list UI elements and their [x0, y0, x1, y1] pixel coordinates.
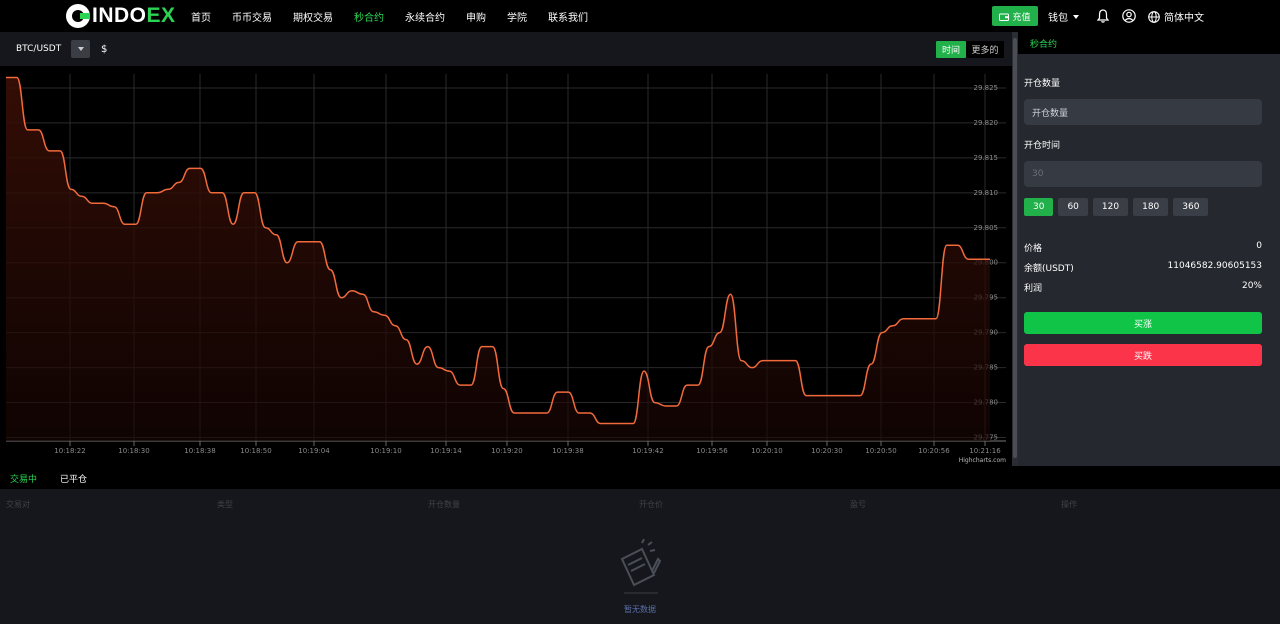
orders-table: 交易对 类型 开仓数量 开仓价 盈亏 操作 暂无数据 [0, 489, 1280, 624]
nav-item[interactable]: 期权交易 [293, 9, 333, 24]
time-option-360[interactable]: 360 [1173, 198, 1209, 216]
nav-item[interactable]: 币币交易 [232, 9, 272, 24]
chevron-down-icon [77, 47, 84, 51]
wallet-dropdown[interactable]: 钱包 [1048, 9, 1079, 24]
balance-value: 11046582.90605153 [1167, 261, 1262, 271]
user-icon[interactable] [1122, 9, 1136, 23]
globe-icon [1148, 10, 1160, 23]
main-nav: 首页 币币交易 期权交易 秒合约 永续合约 申购 学院 联系我们 [191, 0, 609, 32]
orders-tabs: 交易中 已平仓 [0, 466, 1280, 489]
column-header: 类型 [217, 500, 233, 509]
y-tick-label: 29.810 [974, 189, 999, 197]
empty-state [0, 538, 1280, 605]
x-tick-label: 10:20:56 [918, 447, 950, 455]
nav-item[interactable]: 首页 [191, 9, 211, 24]
time-input[interactable]: 30 [1024, 161, 1262, 187]
time-option-180[interactable]: 180 [1133, 198, 1169, 216]
x-tick-label: 10:19:38 [552, 447, 583, 455]
top-navbar: INDOEX 首页 币币交易 期权交易 秒合约 永续合约 申购 学院 联系我们 充值 钱包 简… [0, 0, 1280, 32]
y-tick-label: 29.805 [974, 224, 999, 232]
deposit-label: 充值 [1012, 12, 1031, 23]
bell-icon[interactable] [1097, 9, 1109, 23]
x-tick-label: 10:21:16 [969, 447, 1001, 455]
x-tick-label: 10:20:50 [865, 447, 896, 455]
x-tick-label: 10:18:38 [184, 447, 215, 455]
buy-up-button[interactable]: 买涨 [1024, 312, 1262, 334]
chart-credit[interactable]: Highcharts.com [959, 457, 1006, 464]
qty-placeholder: 开仓数量 [1032, 108, 1069, 119]
language-label: 简体中文 [1164, 13, 1204, 24]
profit-value: 20% [1241, 281, 1262, 291]
y-tick-label: 29.820 [974, 119, 999, 127]
chevron-down-icon [1073, 14, 1079, 19]
time-option-60[interactable]: 60 [1058, 198, 1088, 216]
x-tick-label: 10:19:20 [491, 447, 522, 455]
x-tick-label: 10:18:30 [118, 447, 149, 455]
price-chart: 29.82529.82029.81529.81029.80529.80029.7… [0, 66, 1012, 466]
time-option-30[interactable]: 30 [1024, 198, 1054, 216]
x-tick-label: 10:19:56 [696, 447, 728, 455]
logo-icon [66, 4, 90, 28]
tab-more[interactable]: 更多的 [966, 41, 1004, 58]
time-label: 开仓时间 [1024, 141, 1061, 151]
tab-open-orders[interactable]: 交易中 [10, 472, 37, 485]
brand-logo[interactable]: INDOEX [66, 4, 176, 28]
nav-item[interactable]: 秒合约 [354, 9, 384, 24]
column-header: 交易对 [6, 500, 30, 509]
y-tick-label: 29.815 [974, 154, 999, 162]
column-header: 盈亏 [850, 500, 866, 509]
time-option-120[interactable]: 120 [1092, 198, 1129, 216]
x-tick-label: 10:18:22 [54, 447, 85, 455]
tab-time[interactable]: 时间 [936, 41, 966, 58]
x-tick-label: 10:20:30 [811, 447, 842, 455]
column-header: 开仓价 [639, 500, 663, 509]
nav-item[interactable]: 联系我们 [548, 9, 588, 24]
profit-label: 利润 [1024, 284, 1043, 294]
tab-closed-orders[interactable]: 已平仓 [60, 472, 87, 485]
qty-label: 开仓数量 [1024, 79, 1061, 89]
profit-row: 利润 20% [1024, 281, 1262, 294]
seconds-contract-panel: 秒合约 开仓数量 开仓数量 开仓时间 30 30 60 120 180 360 价格 0 … [1018, 32, 1280, 466]
wallet-icon [999, 13, 1010, 21]
x-tick-label: 10:19:42 [632, 447, 663, 455]
empty-data-icon [620, 538, 662, 594]
logo-text: INDOEX [92, 4, 176, 27]
language-selector[interactable]: 简体中文 [1148, 9, 1204, 24]
empty-text: 暂无数据 [624, 605, 656, 614]
nav-item[interactable]: 永续合约 [405, 9, 445, 24]
column-header: 开仓数量 [428, 500, 460, 509]
balance-label: 余额(USDT) [1024, 264, 1074, 274]
price-label: 价格 [1024, 244, 1043, 254]
panel-title[interactable]: 秒合约 [1018, 32, 1280, 54]
x-tick-label: 10:20:10 [751, 447, 782, 455]
nav-item[interactable]: 申购 [466, 9, 486, 24]
wallet-label: 钱包 [1048, 13, 1068, 24]
x-tick-label: 10:19:10 [370, 447, 401, 455]
time-value: 30 [1032, 169, 1044, 179]
price-row: 价格 0 [1024, 241, 1262, 254]
qty-input[interactable]: 开仓数量 [1024, 99, 1262, 125]
price-chart-svg: 29.82529.82029.81529.81029.80529.80029.7… [6, 74, 1006, 464]
scrollbar-thumb[interactable] [1013, 38, 1017, 458]
y-tick-label: 29.825 [974, 84, 999, 92]
nav-item[interactable]: 学院 [507, 9, 527, 24]
pair-toolbar: BTC/USDT $ [0, 32, 1012, 66]
price-area [6, 77, 990, 441]
time-options: 30 60 120 180 360 [1024, 198, 1209, 216]
x-tick-label: 10:19:14 [430, 447, 462, 455]
currency-symbol: $ [101, 44, 108, 55]
x-tick-label: 10:18:50 [240, 447, 271, 455]
pair-select-button[interactable] [71, 40, 90, 58]
column-header: 操作 [1061, 500, 1077, 509]
buy-down-button[interactable]: 买跌 [1024, 344, 1262, 366]
pair-label: BTC/USDT [16, 44, 62, 54]
price-value: 0 [1256, 241, 1262, 251]
balance-row: 余额(USDT) 11046582.90605153 [1024, 261, 1262, 274]
x-tick-label: 10:19:04 [298, 447, 330, 455]
deposit-button[interactable]: 充值 [992, 6, 1038, 26]
